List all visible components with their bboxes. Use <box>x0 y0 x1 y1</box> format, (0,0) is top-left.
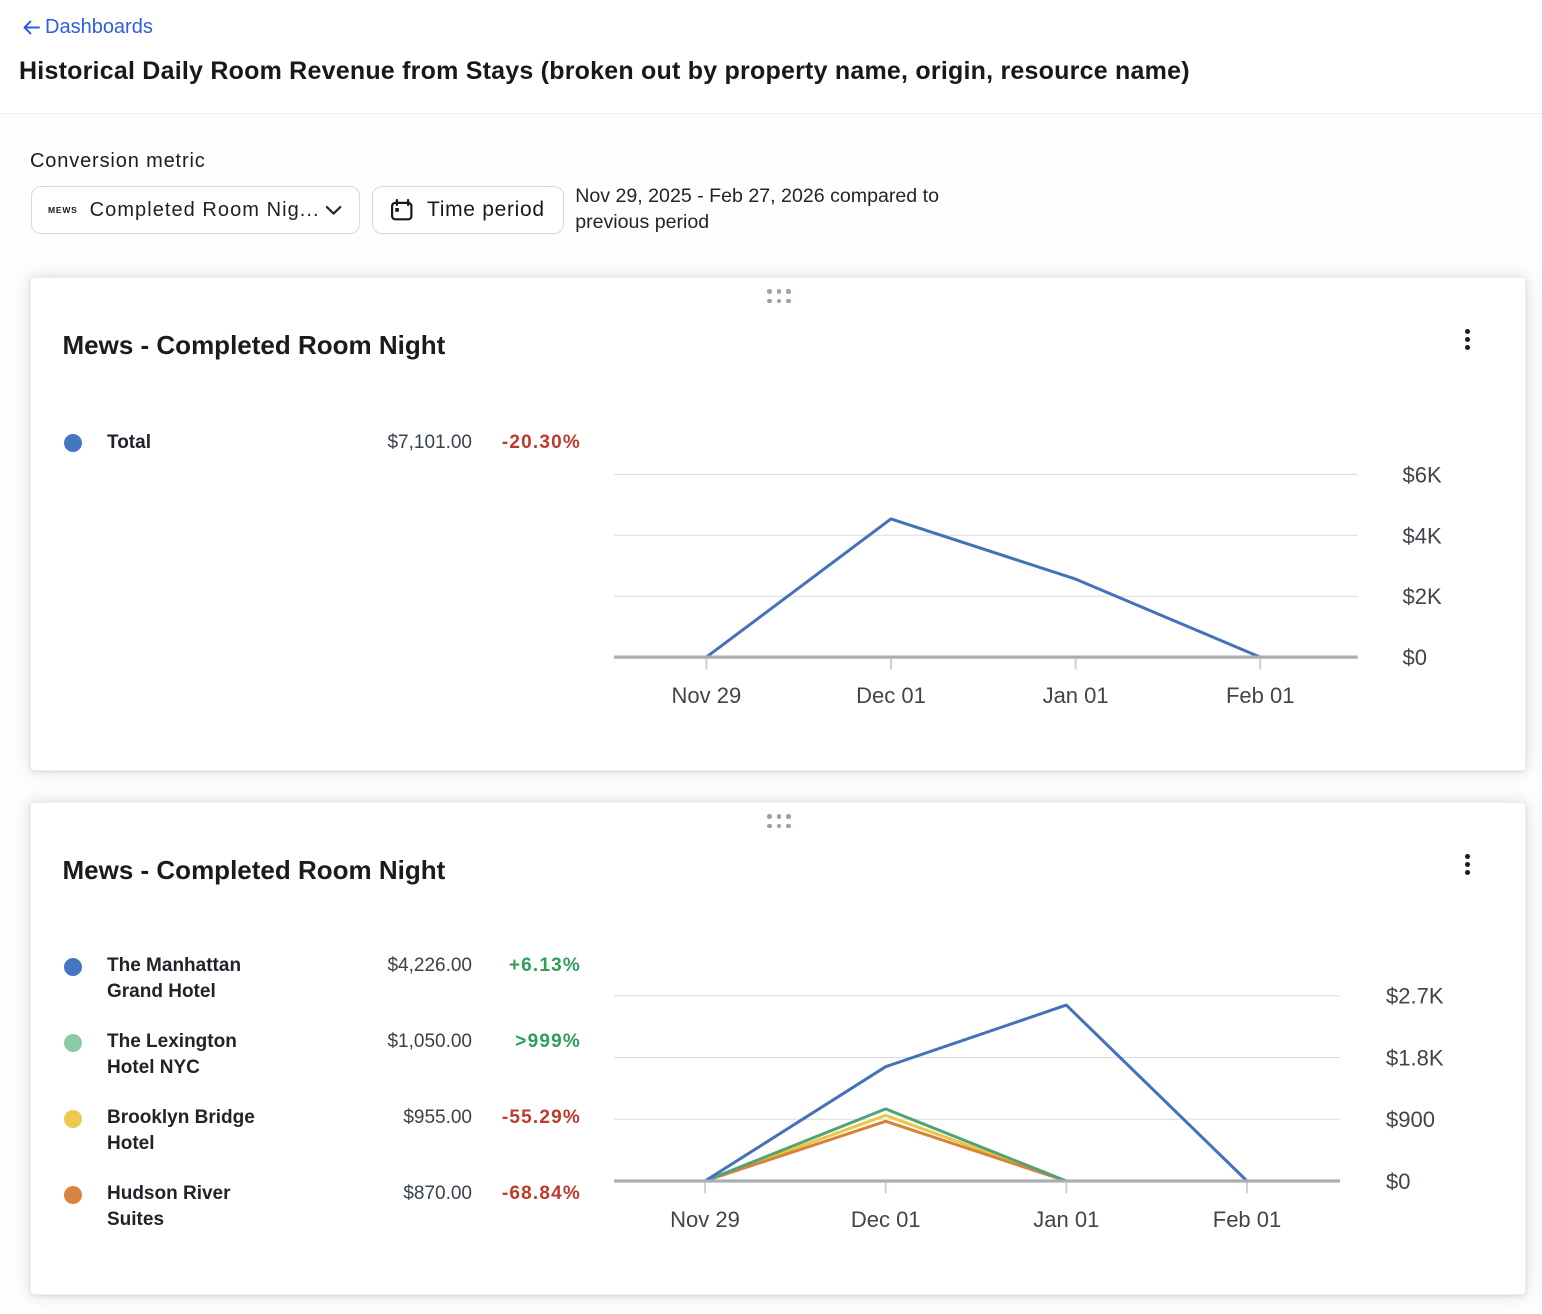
svg-text:$4K: $4K <box>1403 523 1442 548</box>
svg-text:Jan 01: Jan 01 <box>1033 1207 1099 1232</box>
svg-text:$2.7K: $2.7K <box>1386 984 1444 1009</box>
svg-text:Jan 01: Jan 01 <box>1043 683 1109 708</box>
svg-text:Dec 01: Dec 01 <box>856 683 926 708</box>
svg-text:$2K: $2K <box>1403 584 1442 609</box>
svg-text:Feb 01: Feb 01 <box>1226 683 1295 708</box>
svg-text:Feb 01: Feb 01 <box>1213 1207 1282 1232</box>
svg-text:$0: $0 <box>1403 645 1427 670</box>
svg-text:Dec 01: Dec 01 <box>851 1207 921 1232</box>
svg-text:$1.8K: $1.8K <box>1386 1046 1444 1071</box>
svg-text:$900: $900 <box>1386 1107 1435 1132</box>
svg-text:Nov 29: Nov 29 <box>672 683 742 708</box>
svg-text:Nov 29: Nov 29 <box>670 1207 740 1232</box>
svg-text:$0: $0 <box>1386 1169 1410 1194</box>
svg-text:$6K: $6K <box>1403 462 1442 487</box>
